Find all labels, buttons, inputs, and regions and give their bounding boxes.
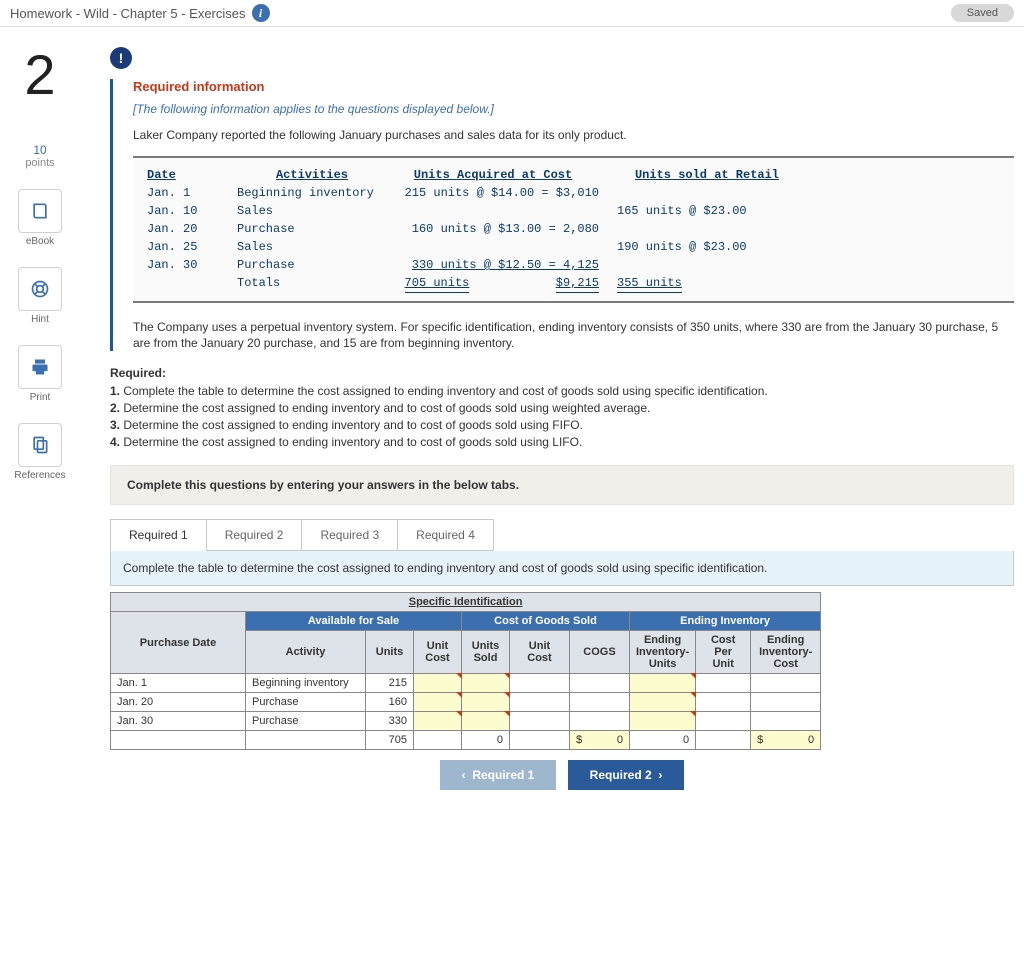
references-button[interactable]	[18, 423, 62, 467]
tab-required-3[interactable]: Required 3	[301, 519, 398, 551]
instruction-bar: Complete this questions by entering your…	[110, 465, 1014, 505]
ei-units-input[interactable]	[630, 693, 696, 712]
page-title: Homework - Wild - Chapter 5 - Exercises	[10, 6, 246, 21]
chevron-left-icon: ‹	[462, 768, 466, 782]
references-label: References	[0, 470, 80, 481]
scenario-note: The Company uses a perpetual inventory s…	[133, 319, 1014, 351]
print-label: Print	[0, 392, 80, 403]
lifebuoy-icon	[29, 278, 51, 300]
required-info-heading: Required information	[133, 79, 1014, 94]
table-row: Jan. 20 Purchase 160	[111, 693, 821, 712]
table-row-total: 705 0 $0 0 $0	[111, 731, 821, 750]
scenario-table: Date Activities Units Acquired at Cost U…	[133, 156, 1014, 303]
points-value: 10	[0, 143, 80, 157]
hint-label: Hint	[0, 314, 80, 325]
total-cogs: $0	[570, 731, 630, 750]
print-button[interactable]	[18, 345, 62, 389]
sheet-title: Specific Identification	[111, 593, 821, 612]
saved-status: Saved	[951, 4, 1014, 22]
next-button[interactable]: Required 2 ›	[568, 760, 685, 790]
tab-required-1[interactable]: Required 1	[110, 519, 207, 551]
question-number: 2	[0, 47, 80, 103]
scenario-intro: Laker Company reported the following Jan…	[133, 128, 1014, 142]
total-eic: $0	[751, 731, 821, 750]
copy-icon	[29, 434, 51, 456]
alert-icon: !	[110, 47, 132, 69]
unit-cost-input[interactable]	[414, 712, 462, 731]
table-row: Jan. 1 Beginning inventory 215	[111, 674, 821, 693]
group-available: Available for Sale	[246, 612, 462, 631]
points-label: points	[0, 157, 80, 169]
chevron-right-icon: ›	[658, 768, 662, 782]
col-purchase-date: Purchase Date	[111, 612, 246, 674]
tab-required-2[interactable]: Required 2	[206, 519, 303, 551]
requirements-list: Required: 1. Complete the table to deter…	[110, 366, 1014, 449]
group-cogs: Cost of Goods Sold	[462, 612, 630, 631]
required-info-subtitle: [The following information applies to th…	[133, 102, 1014, 116]
ebook-label: eBook	[0, 236, 80, 247]
ei-units-input[interactable]	[630, 674, 696, 693]
table-row: Jan. 30 Purchase 330	[111, 712, 821, 731]
tab-description: Complete the table to determine the cost…	[110, 551, 1014, 586]
ebook-button[interactable]	[18, 189, 62, 233]
print-icon	[29, 356, 51, 378]
unit-cost-input[interactable]	[414, 693, 462, 712]
answer-table: Specific Identification Purchase Date Av…	[110, 592, 821, 750]
units-sold-input[interactable]	[462, 674, 510, 693]
units-sold-input[interactable]	[462, 712, 510, 731]
info-icon[interactable]: i	[252, 4, 270, 22]
tab-required-4[interactable]: Required 4	[397, 519, 494, 551]
book-icon	[29, 200, 51, 222]
units-sold-input[interactable]	[462, 693, 510, 712]
ei-units-input[interactable]	[630, 712, 696, 731]
group-ending: Ending Inventory	[630, 612, 821, 631]
hint-button[interactable]	[18, 267, 62, 311]
prev-button[interactable]: ‹ Required 1	[440, 760, 557, 790]
unit-cost-input[interactable]	[414, 674, 462, 693]
